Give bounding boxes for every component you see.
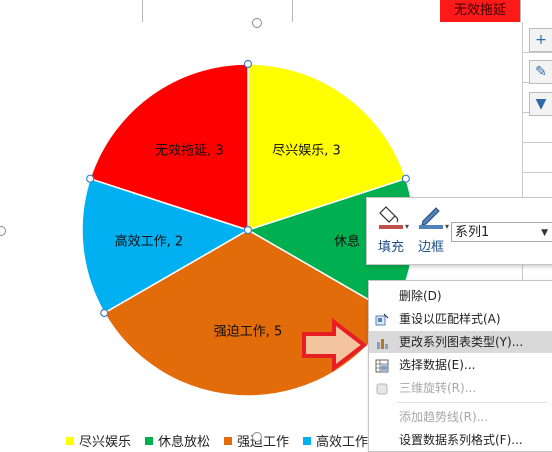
legend-item[interactable]: 尽兴娱乐: [66, 431, 131, 450]
menu-item-label: 重设以匹配样式(A): [399, 312, 501, 326]
fill-dropdown-caret[interactable]: ▾: [405, 222, 409, 231]
column-gridline: [142, 0, 143, 22]
legend-label: 高效工作: [316, 435, 369, 450]
sheet-cell: [523, 112, 552, 143]
fill-label: 填充: [377, 240, 404, 255]
menu-item-3d-rotation[interactable]: 三维旋转(R)...: [369, 377, 552, 399]
menu-item-select-data[interactable]: 选择数据(E)...: [369, 354, 552, 376]
chart-filters-button[interactable]: ▼: [529, 92, 552, 116]
header-cell-red[interactable]: 无效拖延: [440, 0, 520, 22]
annotation-arrow-icon: [302, 318, 368, 372]
pie-data-label[interactable]: 强迫工作, 5: [214, 320, 283, 339]
border-button[interactable]: 边框: [413, 204, 449, 260]
border-dropdown-caret[interactable]: ▾: [445, 222, 449, 231]
menu-item-change-chart-type[interactable]: 更改系列图表类型(Y)...: [369, 331, 552, 353]
pen-icon: [417, 204, 445, 230]
slice-selection-handle: [86, 174, 95, 183]
paint-bucket-icon: [377, 204, 405, 230]
sheet-cell: [523, 142, 552, 173]
menu-item-label: 删除(D): [399, 289, 442, 303]
legend-label: 强迫工作: [237, 435, 290, 450]
chevron-down-icon[interactable]: ▼: [541, 223, 548, 243]
pie-data-label[interactable]: 高效工作, 2: [115, 231, 184, 250]
slice-selection-handle: [100, 308, 109, 318]
menu-item-reset-style[interactable]: 重设以匹配样式(A): [369, 308, 552, 330]
menu-item-label: 添加趋势线(R)...: [399, 410, 489, 424]
menu-item-label: 选择数据(E)...: [399, 358, 476, 372]
chart-resize-handle[interactable]: [252, 18, 262, 28]
slice-selection-handle: [243, 59, 253, 69]
pie-data-label[interactable]: 休息: [334, 231, 360, 250]
rotate-3d-icon: [375, 381, 389, 395]
menu-item-delete[interactable]: 删除(D): [369, 285, 552, 307]
column-gridline: [520, 0, 521, 22]
column-gridline: [292, 0, 293, 22]
legend-label: 尽兴娱乐: [79, 435, 132, 450]
chart-elements-button[interactable]: +: [529, 28, 552, 52]
pie-data-label[interactable]: 无效拖延, 3: [155, 140, 224, 159]
legend-item[interactable]: 高效工作: [303, 431, 368, 450]
context-menu[interactable]: 删除(D) 重设以匹配样式(A) 更改系列图表类型(Y)... 选择数据(E).…: [368, 280, 552, 452]
menu-item-format-series[interactable]: 设置数据系列格式(F)...: [369, 429, 552, 451]
series-select-value: 系列1: [455, 225, 490, 240]
format-mini-toolbar[interactable]: 填充 ▾ 边框 ▾ 系列1 ▼: [366, 197, 552, 265]
chart-styles-button[interactable]: ✎: [529, 60, 552, 84]
series-select[interactable]: 系列1 ▼: [451, 222, 552, 242]
chart-legend[interactable]: 尽兴娱乐 休息放松 强迫工作 高效工作: [66, 431, 368, 450]
menu-separator: [397, 402, 547, 403]
select-data-icon: [375, 358, 389, 373]
chart-resize-handle[interactable]: [252, 432, 262, 442]
slice-selection-handle: [401, 174, 410, 183]
pie-data-label[interactable]: 尽兴娱乐, 3: [272, 140, 341, 159]
legend-item[interactable]: 休息放松: [145, 431, 210, 450]
menu-item-label: 设置数据系列格式(F)...: [399, 433, 523, 447]
fill-button[interactable]: 填充: [373, 204, 409, 260]
menu-item-add-trendline[interactable]: 添加趋势线(R)...: [369, 406, 552, 428]
slice-selection-handle: [243, 225, 253, 235]
chart-type-icon: [375, 335, 389, 349]
menu-item-label: 三维旋转(R)...: [399, 381, 477, 395]
border-label: 边框: [417, 240, 444, 255]
menu-item-label: 更改系列图表类型(Y)...: [399, 335, 524, 349]
legend-label: 休息放松: [158, 435, 211, 450]
reset-style-icon: [375, 312, 389, 326]
